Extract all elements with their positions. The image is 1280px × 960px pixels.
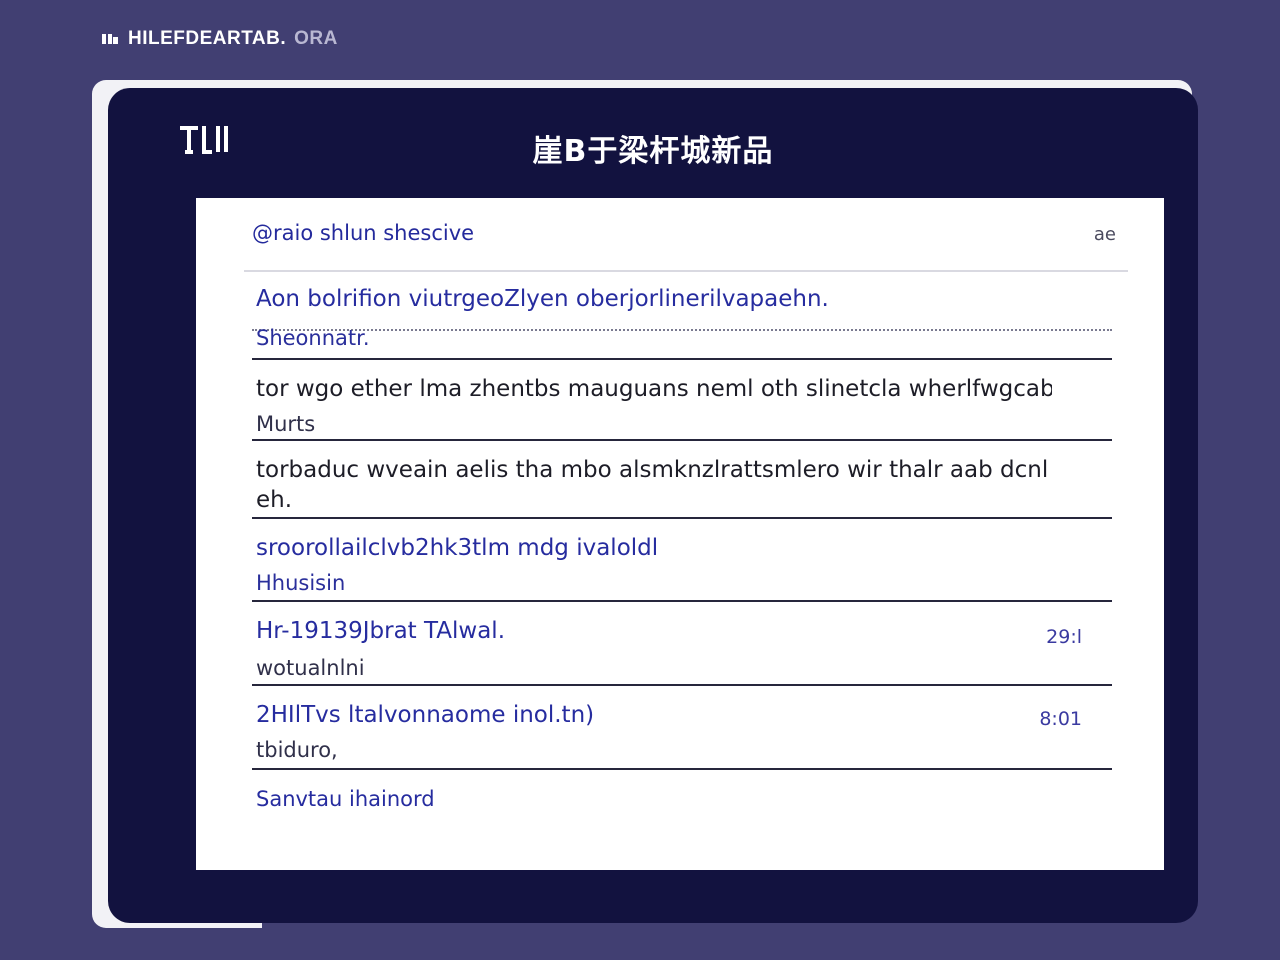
panel-header: @raio shlun shescive ae bbox=[244, 198, 1128, 272]
brand-text-suffix: ORA bbox=[294, 28, 338, 49]
list-item-title: tor wgo ether lma zhentbs mauguans neml … bbox=[256, 376, 1052, 402]
list-item[interactable]: Sanvtau ihainord bbox=[252, 770, 1112, 830]
list-item-subtitle: wotualnlni bbox=[256, 656, 365, 680]
dotted-divider bbox=[252, 329, 1112, 331]
list-item-title: Aon bolrifion viutrgeoZlyen oberjorliner… bbox=[256, 286, 829, 312]
list-item[interactable]: Aon bolrifion viutrgeoZlyen oberjorliner… bbox=[252, 270, 1112, 360]
app-brand: HILEFDEARTAB. ORA bbox=[100, 26, 338, 52]
window-title: 崖B于梁杆城新品 bbox=[532, 134, 774, 169]
panel-title: @raio shlun shescive bbox=[252, 221, 475, 245]
list-item-meta: 29:l bbox=[1046, 626, 1082, 648]
item-list: Aon bolrifion viutrgeoZlyen oberjorliner… bbox=[252, 270, 1112, 830]
list-item-subtitle: Sheonnatr. bbox=[256, 326, 370, 350]
list-item-title: Hr-19139Jbrat TAlwal. bbox=[256, 618, 506, 644]
list-item-title: Sanvtau ihainord bbox=[256, 787, 435, 811]
list-item-subtitle: Hhusisin bbox=[256, 571, 346, 595]
list-item-subtitle: tbiduro, bbox=[256, 738, 338, 762]
list-item[interactable]: Hr-19139Jbrat TAlwal. 29:l wotualnlni bbox=[252, 602, 1112, 686]
list-item-title: sroorollailclvb2hk3tlm mdg ivaloldl bbox=[256, 535, 659, 561]
list-item[interactable]: sroorollailclvb2hk3tlm mdg ivaloldl Hhus… bbox=[252, 519, 1112, 602]
list-item-subtitle: Murts bbox=[256, 412, 316, 436]
list-item-title: 2HIlTvs ltalvonnaome inol.tn) bbox=[256, 702, 595, 728]
list-item-title: torbaduc wveain aelis tha mbo alsmknzlra… bbox=[256, 457, 1049, 483]
list-item[interactable]: 2HIlTvs ltalvonnaome inol.tn) 8:01 tbidu… bbox=[252, 686, 1112, 770]
list-item-meta: 8:01 bbox=[1039, 708, 1082, 730]
close-button[interactable]: ae bbox=[1088, 220, 1122, 249]
list-item-title-continued: eh. bbox=[256, 487, 293, 513]
logo-icon bbox=[100, 31, 120, 47]
brand-text: HILEFDEARTAB. bbox=[128, 28, 287, 49]
list-item[interactable]: tor wgo ether lma zhentbs mauguans neml … bbox=[252, 360, 1112, 441]
list-item[interactable]: torbaduc wveain aelis tha mbo alsmknzlra… bbox=[252, 441, 1112, 519]
content-panel: @raio shlun shescive ae Aon bolrifion vi… bbox=[196, 198, 1164, 870]
